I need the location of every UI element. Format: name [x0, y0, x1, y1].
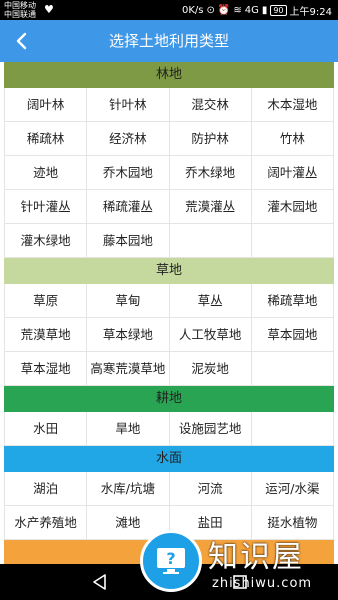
chevron-left-icon: [16, 32, 27, 50]
page-title: 选择土地利用类型: [108, 32, 229, 50]
land-type-option[interactable]: 草丛: [169, 284, 252, 318]
wifi-icon: ≋: [233, 5, 242, 16]
land-type-option[interactable]: 草本绿地: [87, 318, 170, 352]
land-type-list[interactable]: 林地 阔叶林 针叶林 混交林 木本湿地稀疏林 经济林 防护林 竹林迹地 乔木园地 乔木绿地 阔叶灌丛…: [0, 62, 338, 564]
network-speed: 0K/s: [181, 5, 204, 16]
svg-text:?: ?: [166, 549, 175, 568]
alarm-icon: ⏰: [217, 5, 231, 16]
land-type-option[interactable]: 迹地: [5, 156, 88, 190]
land-type-option[interactable]: 湖泊: [5, 472, 88, 506]
battery-icon: 90: [270, 5, 287, 16]
land-type-option[interactable]: 灌木园地: [251, 190, 334, 224]
land-type-option[interactable]: 荒漠灌丛: [169, 190, 252, 224]
back-button[interactable]: [6, 26, 36, 56]
section-header: 林地: [4, 62, 334, 88]
section-header: 草地: [4, 258, 334, 284]
land-type-option[interactable]: 经济林: [87, 122, 170, 156]
location-icon: ⊙: [206, 5, 215, 16]
land-type-option[interactable]: 河流: [169, 472, 252, 506]
network-type: 4G: [244, 5, 259, 16]
carrier-1: 中国移动: [4, 1, 36, 10]
land-type-option[interactable]: 针叶灌丛: [5, 190, 88, 224]
watermark-logo: ?: [140, 530, 202, 592]
land-type-option[interactable]: 防护林: [169, 122, 252, 156]
watermark-text: 知识屋: [208, 540, 304, 575]
land-type-option[interactable]: 旱地: [87, 412, 170, 446]
land-type-option[interactable]: 泥炭地: [169, 352, 252, 386]
land-type-option[interactable]: 稀疏灌丛: [87, 190, 170, 224]
sections-container: 林地 阔叶林 针叶林 混交林 木本湿地稀疏林 经济林 防护林 竹林迹地 乔木园地 乔木绿地 阔叶灌丛…: [0, 62, 338, 564]
nav-back-icon[interactable]: [90, 572, 110, 592]
land-type-option[interactable]: 乔木绿地: [169, 156, 252, 190]
heart-icon: ♥: [44, 3, 54, 16]
land-type-option[interactable]: 草甸: [87, 284, 170, 318]
land-type-option[interactable]: 乔木园地: [87, 156, 170, 190]
section-grid: 水田 旱地 设施园艺地: [4, 412, 334, 446]
app-header: 选择土地利用类型: [0, 20, 338, 62]
land-type-option[interactable]: 运河/水渠: [251, 472, 334, 506]
section-header: 水面: [4, 446, 334, 472]
land-type-option[interactable]: 木本湿地: [251, 88, 334, 122]
status-right: 0K/s ⊙ ⏰ ≋ 4G ▮ 90 上午9:24: [182, 3, 332, 18]
land-type-option[interactable]: 人工牧草地: [169, 318, 252, 352]
empty-cell: [169, 224, 252, 258]
land-type-option[interactable]: 草原: [5, 284, 88, 318]
question-monitor-icon: ?: [157, 548, 185, 574]
signal-icon: ▮: [261, 5, 268, 16]
land-type-option[interactable]: 藤本园地: [87, 224, 170, 258]
section-header: 耕地: [4, 386, 334, 412]
clock: 上午9:24: [289, 7, 332, 18]
land-type-option[interactable]: 阔叶灌丛: [251, 156, 334, 190]
land-type-option[interactable]: 高寒荒漠草地: [87, 352, 170, 386]
land-type-option[interactable]: 灌木绿地: [5, 224, 88, 258]
land-type-option[interactable]: 草本湿地: [5, 352, 88, 386]
land-type-option[interactable]: 水产养殖地: [5, 506, 88, 540]
carrier-2: 中国联通: [4, 10, 36, 19]
empty-cell: [251, 352, 334, 386]
land-type-option[interactable]: 稀疏草地: [251, 284, 334, 318]
land-type-option[interactable]: 针叶林: [87, 88, 170, 122]
land-type-option[interactable]: 混交林: [169, 88, 252, 122]
section-grid: 阔叶林 针叶林 混交林 木本湿地稀疏林 经济林 防护林 竹林迹地 乔木园地 乔木绿地 阔叶灌丛针叶…: [4, 88, 334, 258]
land-type-option[interactable]: 稀疏林: [5, 122, 88, 156]
land-type-option[interactable]: 水田: [5, 412, 88, 446]
carrier-info: 中国移动 中国联通: [4, 1, 36, 19]
land-type-option[interactable]: 设施园艺地: [169, 412, 252, 446]
status-bar: 中国移动 中国联通 ♥ 0K/s ⊙ ⏰ ≋ 4G ▮ 90 上午9:24: [0, 0, 338, 20]
land-type-option[interactable]: 草本园地: [251, 318, 334, 352]
empty-cell: [251, 412, 334, 446]
land-type-option[interactable]: 荒漠草地: [5, 318, 88, 352]
land-type-option[interactable]: 阔叶林: [5, 88, 88, 122]
empty-cell: [251, 224, 334, 258]
land-type-option[interactable]: 竹林: [251, 122, 334, 156]
watermark-url: zhishiwu.com: [212, 576, 313, 591]
land-type-option[interactable]: 水库/坑塘: [87, 472, 170, 506]
section-grid: 草原 草甸 草丛 稀疏草地荒漠草地 草本绿地 人工牧草地 草本园地草本湿地 高寒荒漠草地 泥炭地: [4, 284, 334, 386]
